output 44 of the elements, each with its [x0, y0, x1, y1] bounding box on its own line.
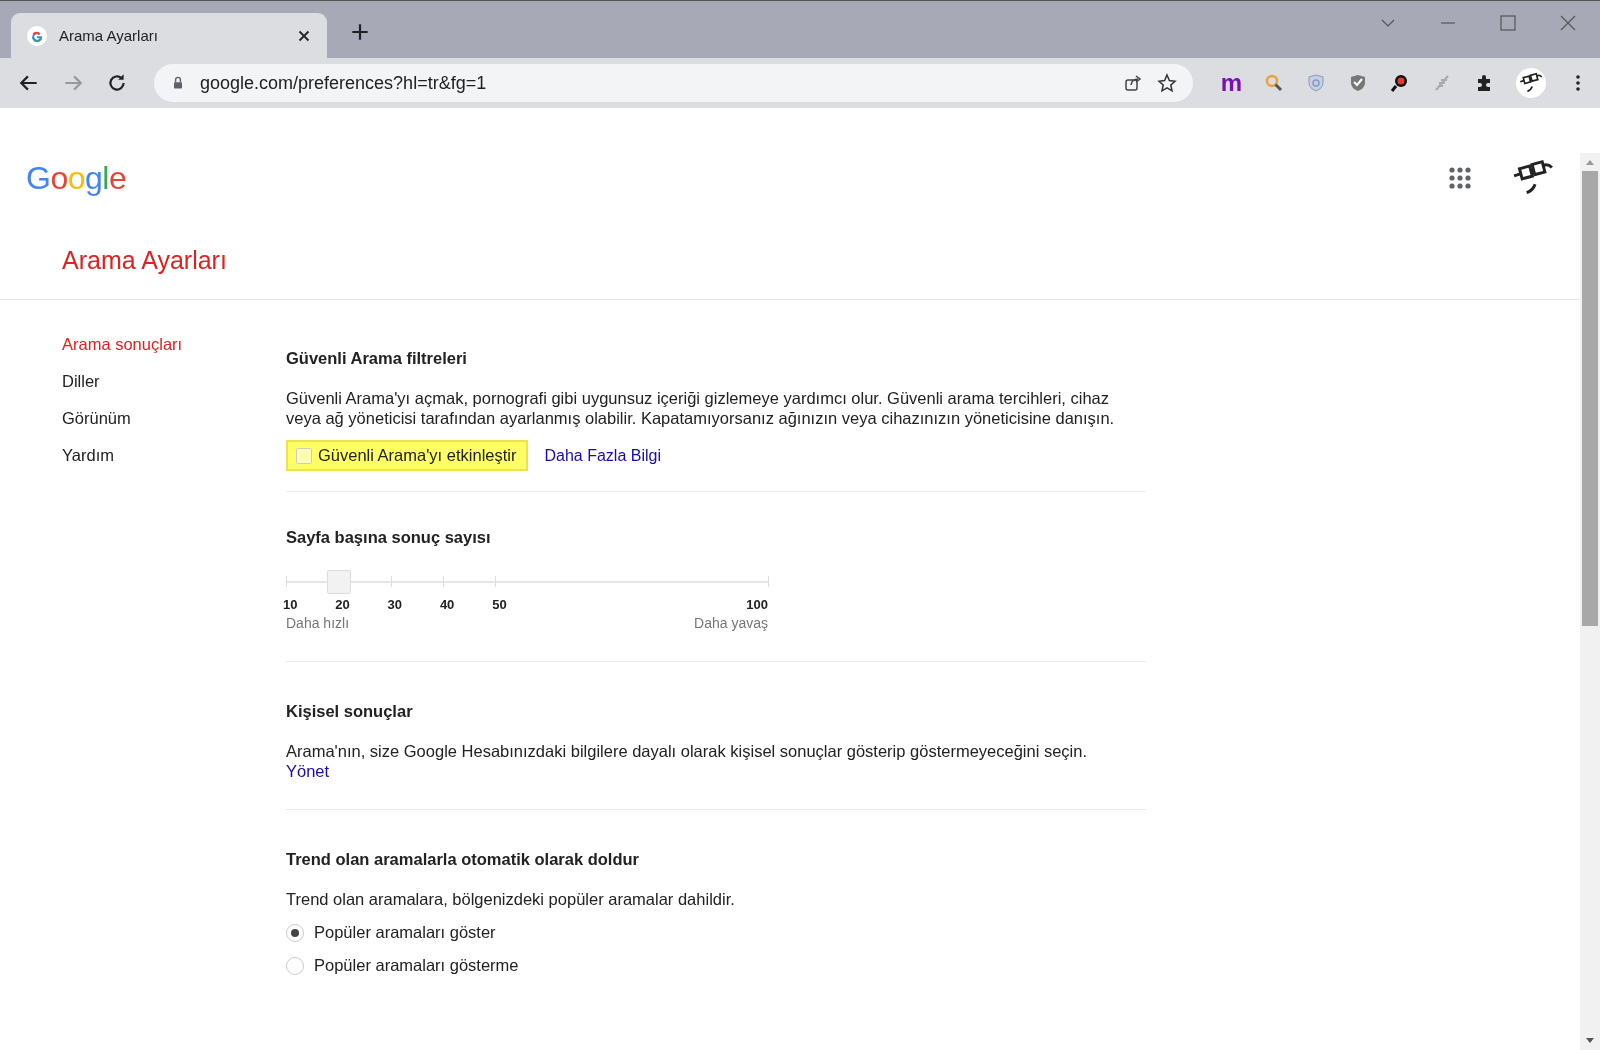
radio-label: Popüler aramaları göster	[314, 923, 496, 942]
url-text: google.com/preferences?hl=tr&fg=1	[200, 72, 488, 94]
section-title: Güvenli Arama filtreleri	[286, 349, 468, 368]
safe-search-checkbox[interactable]: Güvenli Arama'yı etkinleştir	[286, 440, 529, 471]
address-bar[interactable]: google.com/preferences?hl=tr&fg=1	[154, 64, 1193, 102]
section-title: Trend olan aramalarla otomatik olarak doldur	[286, 850, 641, 869]
profile-avatar[interactable]	[1516, 68, 1546, 98]
glasses-icon	[1519, 71, 1543, 95]
manage-link[interactable]: Yönet	[286, 762, 330, 780]
browser-tab[interactable]: Arama Ayarları	[11, 13, 327, 58]
sidebar-item[interactable]: Diller	[62, 372, 286, 391]
slider-thumb[interactable]	[327, 570, 351, 594]
sidebar-item[interactable]: Arama sonuçları	[62, 335, 286, 354]
tick-label: 100	[746, 597, 768, 612]
radio-label: Popüler aramaları gösterme	[314, 956, 519, 975]
google-g-icon	[27, 25, 47, 46]
sidebar-item[interactable]: Yardım	[62, 446, 286, 465]
slider-hint: Daha hızlı	[286, 615, 350, 631]
section-title: Sayfa başına sonuç sayısı	[286, 528, 492, 547]
section-description: Arama'nın, size Google Hesabınızdaki bilgilere dayalı olarak kişisel sonuçlar gösterip göstermeyeceğini seçin. Yönet	[286, 741, 1089, 781]
reload-icon[interactable]	[106, 72, 128, 94]
extension-logo[interactable]: m	[1220, 71, 1242, 95]
share-icon[interactable]	[1122, 73, 1143, 93]
tick-label: 10	[283, 597, 298, 612]
checkbox[interactable]	[296, 447, 312, 464]
star-icon[interactable]	[1156, 73, 1177, 93]
tab-title: Arama Ayarları	[59, 27, 159, 44]
apps-grid-icon[interactable]	[1448, 166, 1472, 190]
section-description: Güvenli Arama'yı açmak, pornografi gibi uygunsuz içeriği gizlemeye yardımcı olur. Güvenli arama tercihleri, cihaz veya ağ yöneticisi tarafından ayarlanmış olabilir. Kapatamıyorsanız ağınızın veya cihazınızın yöneticisine danışın.	[286, 388, 1116, 428]
magnifier-icon[interactable]	[1390, 73, 1410, 93]
google-logo[interactable]: Google	[26, 159, 127, 197]
tick-label: 20	[335, 597, 350, 612]
shield-check-icon[interactable]	[1348, 73, 1368, 93]
sidebar-item[interactable]: Görünüm	[62, 409, 286, 428]
tick-label: 40	[439, 597, 455, 612]
tick-label: 50	[492, 597, 507, 612]
checkbox-label: Güvenli Arama'yı etkinleştir	[318, 446, 517, 465]
learn-more-link[interactable]: Daha Fazla Bilgi	[544, 446, 661, 465]
section-title: Kişisel sonuçlar	[286, 702, 414, 721]
slider-hint: Daha yavaş	[694, 615, 768, 631]
section-description: Trend olan aramalara, bölgenizdeki popüler aramalar dahildir.	[286, 889, 736, 909]
scrollbar-thumb[interactable]	[1582, 171, 1598, 626]
page-title: Arama Ayarları	[0, 218, 1580, 300]
tick-label: 30	[387, 597, 403, 612]
